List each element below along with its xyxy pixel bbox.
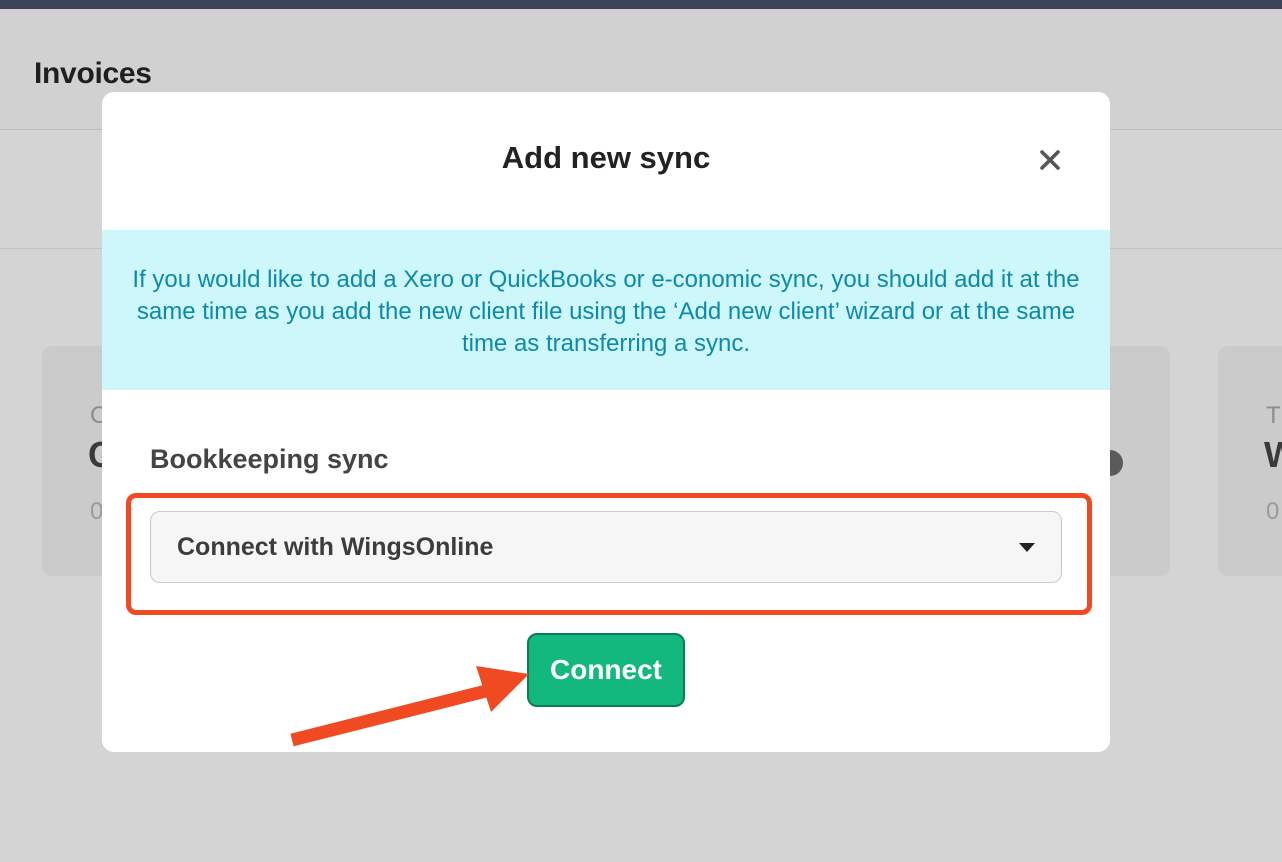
top-navigation-bar — [0, 0, 1282, 9]
close-icon — [1040, 150, 1060, 170]
chevron-down-icon — [1019, 543, 1035, 552]
summary-card-right[interactable]: T W 0 — [1218, 346, 1282, 576]
modal-header: Add new sync — [102, 92, 1110, 230]
close-button[interactable] — [1032, 142, 1068, 178]
card-label: T — [1266, 402, 1281, 429]
bookkeeping-sync-label: Bookkeeping sync — [150, 444, 389, 474]
connect-button[interactable]: Connect — [527, 633, 685, 707]
page-title: Invoices — [34, 57, 152, 90]
info-message: If you would like to add a Xero or Quick… — [102, 230, 1110, 390]
add-sync-modal: Add new sync If you would like to add a … — [102, 92, 1110, 752]
bookkeeping-sync-select[interactable]: Connect with WingsOnline — [150, 511, 1062, 583]
card-subtext: 0 — [1266, 498, 1280, 525]
card-value: W — [1264, 434, 1282, 475]
select-value: Connect with WingsOnline — [177, 533, 494, 561]
modal-title: Add new sync — [501, 140, 711, 175]
